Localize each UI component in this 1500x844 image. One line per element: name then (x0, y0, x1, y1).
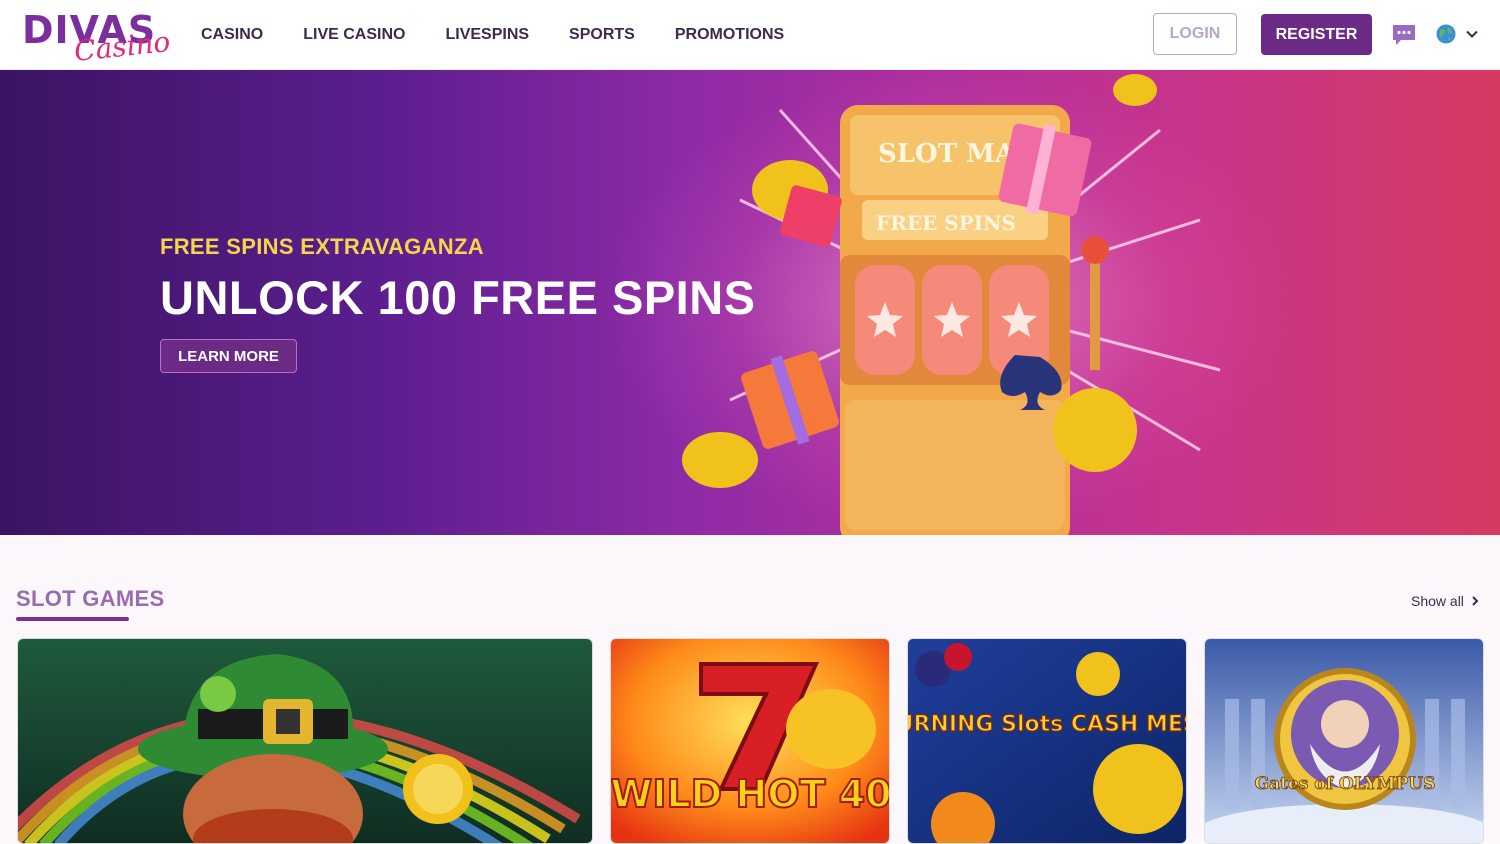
divas-casino-logo[interactable]: DIVAS Casino (22, 8, 172, 68)
hero-banner: SLOT MACH FREE SPINS FREE SPINS EXTRAVAG… (0, 70, 1500, 535)
globe-icon[interactable] (1436, 24, 1456, 44)
nav-live-casino[interactable]: LIVE CASINO (303, 26, 405, 44)
section-title: SLOT GAMES (16, 586, 165, 611)
wild-hot-40-thumbnail: WILD HOT 40 (611, 639, 890, 843)
game-card[interactable]: WILD HOT 40 (610, 638, 890, 844)
register-button[interactable]: REGISTER (1261, 14, 1372, 55)
burning-slots-thumbnail: BURNING Slots CASH MESH (908, 639, 1187, 843)
top-header: DIVAS Casino CASINO LIVE CASINO LIVESPIN… (0, 0, 1500, 70)
learn-more-button[interactable]: LEARN MORE (160, 339, 297, 373)
chevron-right-icon (1472, 596, 1479, 606)
chevron-down-icon[interactable] (1465, 27, 1479, 41)
section-underline (16, 617, 129, 621)
show-all-label: Show all (1411, 593, 1464, 609)
nav-sports[interactable]: SPORTS (569, 26, 635, 44)
gates-of-olympus-title: Gates of OLYMPUS (1255, 774, 1436, 794)
leprechaun-thumbnail (18, 639, 592, 843)
wild-hot-40-title: WILD HOT 40 (611, 772, 890, 816)
game-card[interactable]: BURNING Slots CASH MESH (907, 638, 1187, 844)
login-button[interactable]: LOGIN (1153, 13, 1237, 55)
nav-casino[interactable]: CASINO (201, 26, 263, 44)
hero-subtitle: FREE SPINS EXTRAVAGANZA (160, 234, 484, 259)
burning-slots-title: BURNING Slots CASH MESH (908, 712, 1187, 737)
nav-promotions[interactable]: PROMOTIONS (675, 26, 784, 44)
hero-title: UNLOCK 100 FREE SPINS (160, 271, 756, 324)
main-nav: CASINO LIVE CASINO LIVESPINS SPORTS PROM… (201, 0, 784, 70)
chat-icon[interactable] (1391, 23, 1417, 47)
show-all-link[interactable]: Show all (1411, 593, 1480, 609)
game-card[interactable] (17, 638, 593, 844)
nav-livespins[interactable]: LIVESPINS (445, 26, 529, 44)
machine-sign-text: FREE SPINS (876, 211, 1016, 235)
gates-of-olympus-thumbnail: Gates of OLYMPUS (1205, 639, 1483, 843)
game-card[interactable]: Gates of OLYMPUS (1204, 638, 1484, 844)
